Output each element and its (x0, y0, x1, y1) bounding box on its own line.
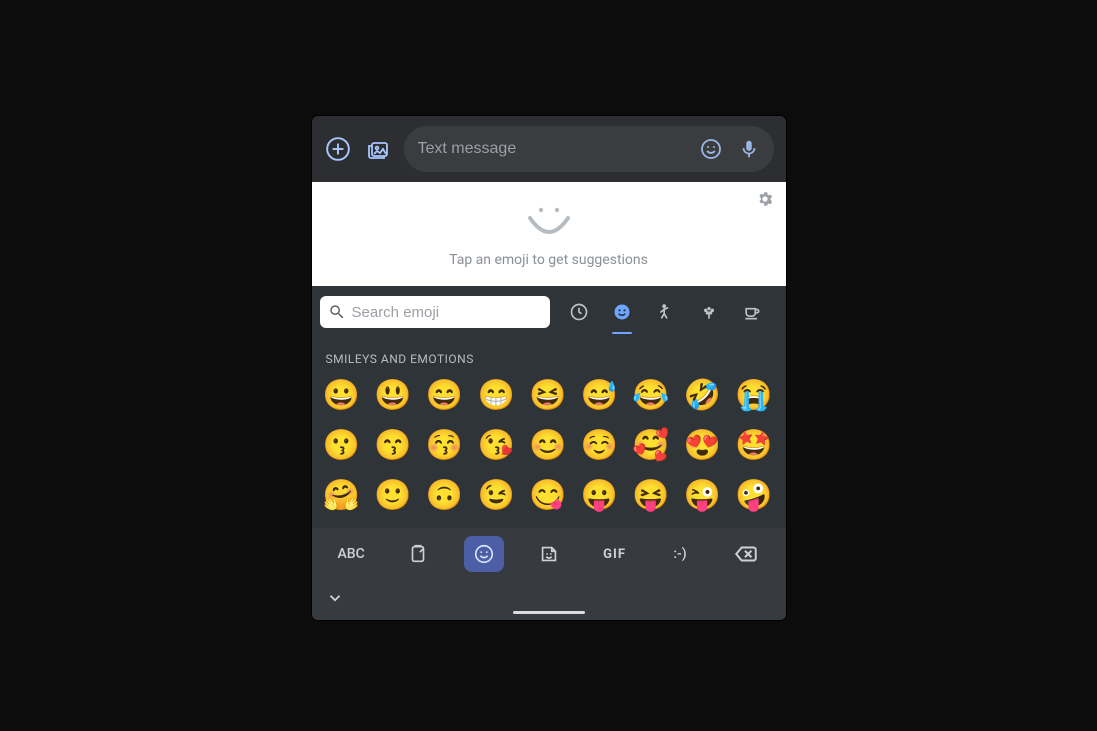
sticker-icon (538, 543, 560, 565)
emoji-cell[interactable]: ☺️ (579, 426, 619, 466)
category-people[interactable] (649, 292, 681, 332)
emoji-cell[interactable]: 😅 (579, 376, 619, 416)
emoji-cell[interactable]: 😀 (322, 376, 362, 416)
emoji-cell[interactable]: 🤪 (734, 476, 774, 516)
clipboard-button[interactable] (398, 536, 438, 572)
emoji-mode-button[interactable] (464, 536, 504, 572)
emoji-cell[interactable]: 🤨 (682, 526, 722, 528)
collapse-keyboard-button[interactable] (326, 589, 344, 611)
category-food[interactable] (736, 292, 768, 332)
emoji-toggle-button[interactable] (696, 134, 726, 164)
emoji-cell[interactable]: 😜 (682, 476, 722, 516)
emoji-cell[interactable]: 🤗 (322, 476, 362, 516)
emoji-cell[interactable]: 🧐 (734, 526, 774, 528)
emoji-cell[interactable]: 🤣 (682, 376, 722, 416)
chevron-down-icon (326, 589, 344, 607)
emoji-cell[interactable]: 😑 (476, 526, 516, 528)
emoji-cell[interactable]: 😭 (734, 376, 774, 416)
clipboard-icon (407, 543, 429, 565)
backspace-icon (733, 541, 759, 567)
gesture-handle[interactable] (513, 611, 585, 614)
emoji-cell[interactable]: 🤔 (631, 526, 671, 528)
clock-icon (569, 302, 589, 322)
emoji-cell[interactable]: 😚 (425, 426, 465, 466)
emoji-cell[interactable]: 🤩 (734, 426, 774, 466)
suggestions-prompt: Tap an emoji to get suggestions (322, 252, 776, 268)
emoji-cell[interactable]: 😄 (425, 376, 465, 416)
smiley-icon (699, 137, 723, 161)
backspace-button[interactable] (725, 536, 767, 572)
emoji-cell[interactable]: 🤐 (579, 526, 619, 528)
emoji-cell[interactable]: 😆 (528, 376, 568, 416)
voice-button[interactable] (734, 134, 764, 164)
category-recent[interactable] (563, 292, 595, 332)
message-compose-row (312, 116, 786, 182)
category-animals[interactable] (693, 292, 725, 332)
sticker-button[interactable] (529, 536, 569, 572)
emoji-cell[interactable]: 😊 (528, 426, 568, 466)
emoji-cell[interactable]: 😋 (528, 476, 568, 516)
message-input-pill (404, 126, 774, 172)
emoji-grid: 😀 😃 😄 😁 😆 😅 😂 🤣 😭 😗 😙 😚 😘 😊 ☺️ 🥰 😍 🤩 🤗 🙂 🙃 😉 😋 😛 😝 😜 🤪 🤭 🤫 😐 😑 😶 🤐 🤔 🤨 🧐 (322, 376, 776, 528)
emoji-cell[interactable]: 😗 (322, 426, 362, 466)
settings-button[interactable] (756, 190, 774, 212)
emoji-cell[interactable]: 😙 (373, 426, 413, 466)
gallery-icon (366, 137, 390, 161)
smiley-icon (612, 302, 632, 322)
emoji-toolbar (312, 286, 786, 338)
plus-circle-icon (325, 136, 351, 162)
emoji-cell[interactable]: 🥰 (631, 426, 671, 466)
emoji-cell[interactable]: 😁 (476, 376, 516, 416)
coffee-icon (742, 302, 762, 322)
emoji-cell[interactable]: 😍 (682, 426, 722, 466)
emoji-cell[interactable]: 😝 (631, 476, 671, 516)
emoji-cell[interactable]: 😂 (631, 376, 671, 416)
message-input[interactable] (418, 140, 688, 158)
emoji-grid-scroll[interactable]: 😀 😃 😄 😁 😆 😅 😂 🤣 😭 😗 😙 😚 😘 😊 ☺️ 🥰 😍 🤩 🤗 🙂 🙃 😉 😋 😛 😝 😜 🤪 🤭 🤫 😐 😑 😶 🤐 🤔 🤨 🧐 (312, 372, 786, 528)
smile-placeholder-icon (526, 204, 572, 242)
category-tabs (554, 292, 778, 332)
nav-bar (312, 580, 786, 620)
suggestions-panel: Tap an emoji to get suggestions (312, 182, 786, 286)
add-button[interactable] (324, 135, 352, 163)
emoji-cell[interactable]: 😐 (425, 526, 465, 528)
emoji-cell[interactable]: 🤫 (373, 526, 413, 528)
emoji-cell[interactable]: 🙃 (425, 476, 465, 516)
category-smileys[interactable] (606, 292, 638, 332)
emoji-cell[interactable]: 😉 (476, 476, 516, 516)
mic-icon (738, 138, 760, 160)
emoji-cell[interactable]: 😶 (528, 526, 568, 528)
emoji-cell[interactable]: 😘 (476, 426, 516, 466)
gif-button[interactable]: GIF (595, 536, 635, 572)
search-box (320, 296, 550, 328)
emoji-cell[interactable]: 😛 (579, 476, 619, 516)
flower-icon (699, 302, 719, 322)
person-icon (655, 302, 675, 322)
gallery-button[interactable] (364, 135, 392, 163)
emoji-cell[interactable]: 😃 (373, 376, 413, 416)
abc-button[interactable]: ABC (330, 536, 373, 572)
emoticon-button[interactable]: :-) (660, 536, 700, 572)
smiley-icon (473, 543, 495, 565)
emoji-cell[interactable]: 🤭 (322, 526, 362, 528)
keyboard-panel: Tap an emoji to get suggestions (312, 116, 786, 620)
section-label: SMILEYS AND EMOTIONS (312, 338, 786, 372)
gear-icon (756, 190, 774, 208)
keyboard-mode-bar: ABC GIF :-) (312, 528, 786, 580)
emoji-search-input[interactable] (352, 304, 542, 321)
emoji-cell[interactable]: 🙂 (373, 476, 413, 516)
search-icon (328, 303, 346, 321)
